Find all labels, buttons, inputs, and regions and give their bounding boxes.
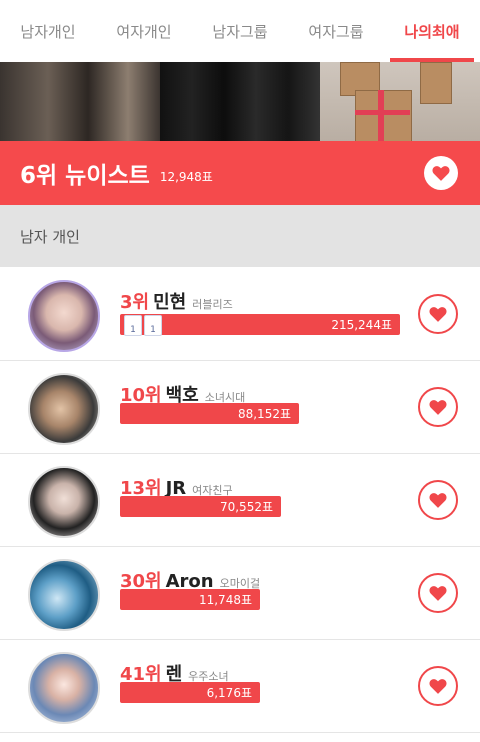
artist-row[interactable]: 3위 민현 러블리즈 215,244표 1 1	[0, 267, 480, 361]
vote-heart-button[interactable]	[418, 294, 458, 334]
vote-heart-button[interactable]	[418, 573, 458, 613]
vote-bar: 88,152표	[120, 403, 299, 424]
tab-bar: 남자개인 여자개인 남자그룹 여자그룹 나의최애	[0, 0, 480, 63]
vote-bar: 70,552표	[120, 496, 281, 517]
award-badge: 1	[144, 315, 162, 336]
hero-heart-button[interactable]	[424, 156, 458, 190]
vote-count: 88,152표	[237, 407, 291, 421]
badge-group: 11	[124, 315, 162, 336]
artist-row[interactable]: 41위 렌 우주소녀 6,176표	[0, 639, 480, 733]
avatar	[28, 280, 100, 352]
tab-my-favorite[interactable]: 나의최애	[384, 0, 480, 62]
vote-heart-button[interactable]	[418, 666, 458, 706]
vote-bar: 215,244표	[120, 314, 400, 335]
artist-name: 민현	[153, 292, 187, 313]
vote-count: 11,748표	[198, 593, 252, 607]
hero-votes: 12,948표	[159, 169, 213, 184]
banner-photo-3	[320, 62, 480, 141]
section-title: 남자 개인	[20, 227, 80, 246]
heart-icon	[429, 307, 447, 322]
tab-female-solo[interactable]: 여자개인	[96, 0, 192, 62]
avatar	[28, 559, 100, 631]
rank-number: 3위	[120, 292, 150, 313]
heart-icon	[429, 493, 447, 508]
banner-image	[0, 62, 480, 141]
hero-rank-name: 6위 뉴이스트	[20, 163, 150, 189]
fan-group: 러블리즈	[192, 298, 233, 311]
award-badge: 1	[124, 315, 142, 336]
banner-photo-2	[160, 62, 320, 141]
vote-bar: 11,748표	[120, 589, 260, 610]
vote-heart-button[interactable]	[418, 480, 458, 520]
tab-male-solo[interactable]: 남자개인	[0, 0, 96, 62]
heart-icon	[429, 586, 447, 601]
vote-count: 6,176표	[206, 686, 252, 700]
avatar	[28, 373, 100, 445]
vote-heart-button[interactable]	[418, 387, 458, 427]
vote-count: 215,244표	[331, 318, 392, 332]
vote-count: 70,552표	[219, 500, 273, 514]
heart-icon	[432, 166, 450, 181]
selected-artist-banner: 6위 뉴이스트 12,948표	[0, 141, 480, 205]
tab-male-group[interactable]: 남자그룹	[192, 0, 288, 62]
avatar	[28, 652, 100, 724]
avatar	[28, 466, 100, 538]
heart-icon	[429, 679, 447, 694]
heart-icon	[429, 400, 447, 415]
tab-female-group[interactable]: 여자그룹	[288, 0, 384, 62]
artist-row[interactable]: 10위 백호 소녀시대 88,152표	[0, 360, 480, 454]
vote-bar: 6,176표	[120, 682, 260, 703]
artist-row[interactable]: 30위 Aron 오마이걸 11,748표	[0, 546, 480, 640]
artist-row[interactable]: 13위 JR 여자친구 70,552표	[0, 453, 480, 547]
banner-photo-1	[0, 62, 160, 141]
rank-label: 3위 민현 러블리즈	[120, 288, 233, 314]
section-header: 남자 개인	[0, 205, 480, 267]
